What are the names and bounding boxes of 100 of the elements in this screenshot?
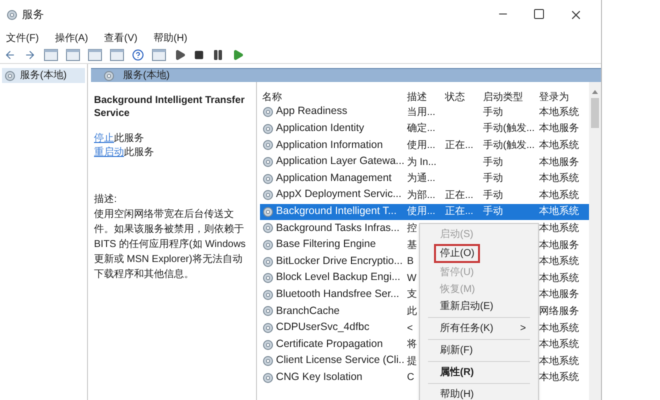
- column-header[interactable]: 描述: [405, 90, 443, 104]
- service-icon: [262, 172, 274, 185]
- table-cell-text: 为通...: [407, 172, 436, 186]
- panel-title: 服务(本地): [123, 68, 170, 83]
- menu-item[interactable]: 查看(V): [104, 30, 138, 46]
- table-cell-text: Background Tasks Infras...: [276, 220, 400, 236]
- table-cell-text: 当用...: [407, 106, 436, 120]
- menu-item[interactable]: 操作(A): [54, 30, 88, 46]
- action-text: 此服务: [114, 132, 144, 146]
- table-cell-text: 本地系统: [539, 222, 579, 236]
- column-header[interactable]: 登录为: [537, 90, 587, 104]
- description-text: 使用空闲网络带宽在后台传送文件。如果该服务被禁用，则依赖于 BITS 的任何应用程序(如 Windows 更新或 MSN Explorer)将无法自动下载程序和其他信息。: [94, 208, 247, 282]
- table-cell-text: 本地系统: [539, 188, 579, 203]
- table-cell-text: 支: [407, 288, 417, 302]
- service-icon: [262, 355, 274, 368]
- action-link[interactable]: 重启动: [94, 146, 124, 160]
- table-cell-text: 本地系统: [539, 370, 579, 386]
- menu-item[interactable]: 帮助(H): [153, 30, 188, 46]
- service-icon: [262, 256, 274, 268]
- pane-icon[interactable]: [152, 48, 166, 60]
- table-cell-text: 本地服务: [539, 238, 579, 253]
- table-cell-text: 本地系统: [539, 338, 579, 352]
- table-cell-text: <: [407, 322, 413, 336]
- table-cell-text: 手动: [483, 172, 503, 186]
- table-cell-text: 正在...: [445, 138, 474, 153]
- table-cell-text: 手动(触发...: [483, 122, 535, 136]
- table-cell-text: 提: [407, 354, 417, 369]
- console-tree-icon[interactable]: [44, 48, 58, 60]
- table-cell-text: Application Management: [276, 170, 392, 186]
- column-header[interactable]: 状态: [443, 90, 481, 104]
- table-cell-text: 本地系统: [539, 204, 579, 220]
- help-icon[interactable]: [132, 48, 144, 60]
- stop-icon[interactable]: [194, 50, 204, 60]
- menu-item[interactable]: 重新启动(E): [436, 299, 498, 314]
- service-icon: [262, 305, 274, 318]
- gear-icon: [103, 70, 115, 82]
- table-cell-text: Block Level Backup Engi...: [276, 270, 400, 286]
- table-cell-text: B: [407, 255, 414, 270]
- service-icon: [262, 206, 274, 218]
- service-icon: [262, 239, 274, 252]
- menu-item[interactable]: 所有任务(K): [436, 321, 498, 336]
- table-cell-text: 本地系统: [539, 172, 579, 186]
- table-cell-text: 确定...: [407, 122, 436, 136]
- table-cell-text: Background Intelligent T...: [276, 204, 397, 219]
- table-cell-text: AppX Deployment Servic...: [276, 187, 402, 202]
- table-cell-text: 正在...: [445, 188, 474, 203]
- table-cell-text: 本地系统: [539, 106, 579, 120]
- tree-item[interactable]: 服务(本地): [2, 68, 85, 83]
- table-cell-text: W: [407, 272, 416, 286]
- back-icon[interactable]: [4, 48, 16, 60]
- table-cell-text: Application Identity: [276, 121, 364, 136]
- pause-icon[interactable]: [212, 48, 224, 60]
- table-cell-text: 本地系统: [539, 254, 579, 270]
- resume-icon[interactable]: [232, 48, 244, 60]
- table-cell-text: 手动: [483, 204, 503, 220]
- menu-item[interactable]: 属性(R): [436, 365, 478, 380]
- table-cell-text: 为 In...: [407, 156, 436, 170]
- close-icon[interactable]: [569, 8, 583, 22]
- service-icon: [262, 338, 274, 351]
- table-cell-text: Base Filtering Engine: [276, 237, 376, 252]
- menu-item[interactable]: 停止(O): [434, 244, 480, 263]
- table-cell-text: BranchCache: [276, 304, 340, 319]
- table-cell-text: 手动: [483, 156, 503, 170]
- column-header[interactable]: 名称: [260, 90, 405, 104]
- table-cell-text: 本地系统: [539, 322, 579, 336]
- table-cell-text: Application Layer Gatewa...: [276, 154, 404, 170]
- submenu-arrow: >: [520, 322, 526, 336]
- start-icon[interactable]: [174, 48, 186, 60]
- menu-item[interactable]: 文件(F): [6, 30, 39, 46]
- table-cell-text: 正在...: [445, 205, 474, 220]
- table-cell-text: 本地系统: [539, 272, 579, 286]
- maximize-icon[interactable]: [533, 8, 545, 20]
- service-icon: [262, 372, 274, 384]
- table-cell-text: 本地系统: [539, 138, 579, 153]
- table-cell-text: 使用...: [407, 205, 436, 220]
- table-cell-text: 手动: [483, 106, 503, 120]
- menu-item[interactable]: 帮助(H): [436, 387, 478, 400]
- table-cell-text: 控: [407, 222, 417, 236]
- action-link[interactable]: 停止: [94, 132, 114, 146]
- table-cell-text: 此: [407, 304, 417, 319]
- app-icon: [6, 9, 18, 21]
- scroll-up-icon[interactable]: [592, 90, 598, 94]
- table-cell-text: 本地系统: [539, 354, 579, 369]
- service-name: Background Intelligent Transfer Service: [94, 94, 246, 120]
- table-cell-text: Application Information: [276, 138, 383, 153]
- forward-icon[interactable]: [24, 48, 36, 60]
- table-cell-text: C: [407, 371, 414, 386]
- action-text: 此服务: [124, 146, 154, 160]
- scrollbar-thumb[interactable]: [591, 98, 599, 128]
- service-icon: [262, 156, 274, 168]
- service-icon: [262, 288, 274, 301]
- table-cell-text: 将: [407, 338, 417, 352]
- service-icon: [262, 222, 274, 234]
- table-cell-text: Bluetooth Handsfree Ser...: [276, 286, 400, 302]
- gear-icon: [4, 70, 16, 82]
- service-icon: [262, 139, 274, 152]
- menu-item[interactable]: 刷新(F): [436, 343, 477, 358]
- column-header[interactable]: 启动类型: [481, 90, 537, 104]
- table-cell-text: 网络服务: [539, 304, 579, 319]
- service-icon: [262, 122, 274, 135]
